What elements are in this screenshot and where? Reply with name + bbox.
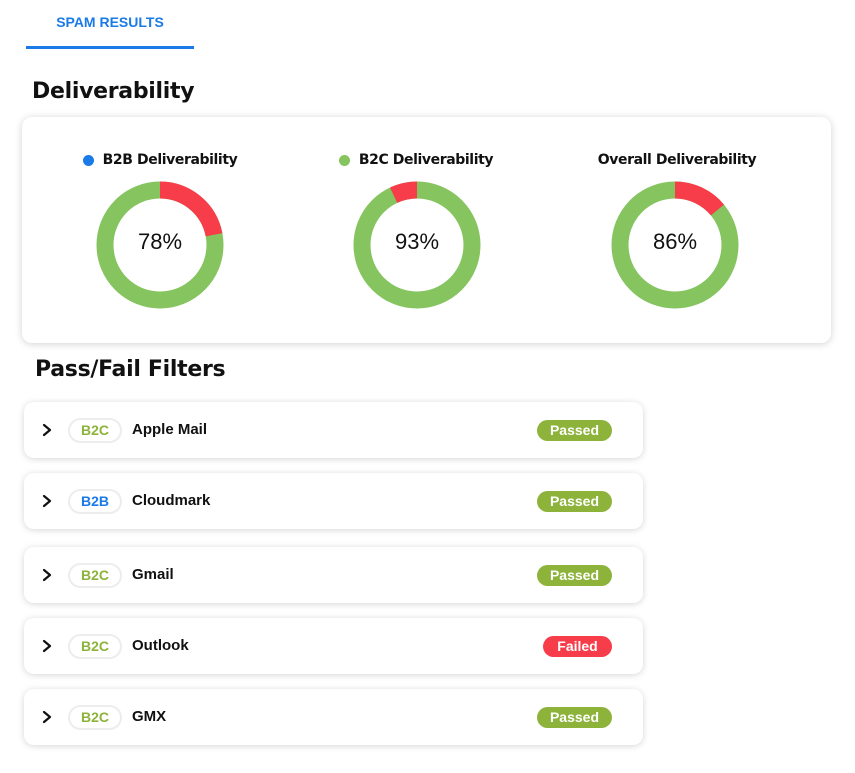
chevron-right-icon[interactable] [39, 493, 55, 509]
donut-b2b: B2B Deliverability 78% [40, 117, 280, 343]
tab-spam-results[interactable]: SPAM RESULTS [26, 0, 194, 50]
donut-header: B2B Deliverability [40, 152, 280, 168]
legend-dot-icon [82, 154, 94, 166]
status-badge: Passed [537, 565, 612, 586]
provider-name: Apple Mail [132, 421, 208, 438]
deliverability-title: Deliverability [32, 79, 195, 104]
active-tab-indicator [26, 46, 194, 49]
donut-header: B2C Deliverability [296, 152, 536, 168]
chevron-right-icon[interactable] [39, 709, 55, 725]
segment-chip: B2C [68, 563, 122, 588]
segment-chip: B2B [68, 489, 122, 514]
status-badge: Passed [537, 491, 612, 512]
donut-overall: Overall Deliverability 86% [557, 117, 797, 343]
donut-label: Overall Deliverability [597, 152, 757, 168]
filter-row[interactable]: B2C Outlook Failed [24, 618, 643, 674]
chevron-right-icon[interactable] [39, 638, 55, 654]
filter-row[interactable]: B2B Cloudmark Passed [24, 473, 643, 529]
deliverability-card: B2B Deliverability 78% B2C Deliverabilit… [22, 117, 831, 343]
filter-row[interactable]: B2C GMX Passed [24, 689, 643, 745]
provider-name: Gmail [132, 566, 174, 583]
status-badge: Passed [537, 420, 612, 441]
provider-name: Cloudmark [132, 492, 211, 509]
donut-label: B2C Deliverability [358, 152, 494, 168]
pass-fail-filters-title: Pass/Fail Filters [35, 357, 226, 382]
segment-chip: B2C [68, 705, 122, 730]
donut-value: 93% [394, 229, 440, 254]
tab-label: SPAM RESULTS [56, 14, 164, 30]
donut-value: 86% [652, 229, 698, 254]
chevron-right-icon[interactable] [39, 567, 55, 583]
status-badge: Failed [543, 636, 612, 657]
donut-header: Overall Deliverability [557, 152, 797, 168]
spam-results-page: SPAM RESULTS Deliverability B2B Delivera… [0, 0, 855, 773]
chevron-right-icon[interactable] [39, 422, 55, 438]
segment-chip: B2C [68, 634, 122, 659]
segment-chip: B2C [68, 418, 122, 443]
donut-b2c: B2C Deliverability 93% [296, 117, 536, 343]
status-badge: Passed [537, 707, 612, 728]
legend-dot-icon [338, 154, 350, 166]
filter-row[interactable]: B2C Gmail Passed [24, 547, 643, 603]
donut-value: 78% [137, 229, 183, 254]
filter-row[interactable]: B2C Apple Mail Passed [24, 402, 643, 458]
provider-name: Outlook [132, 637, 189, 654]
donut-label: B2B Deliverability [102, 152, 238, 168]
provider-name: GMX [132, 708, 167, 725]
